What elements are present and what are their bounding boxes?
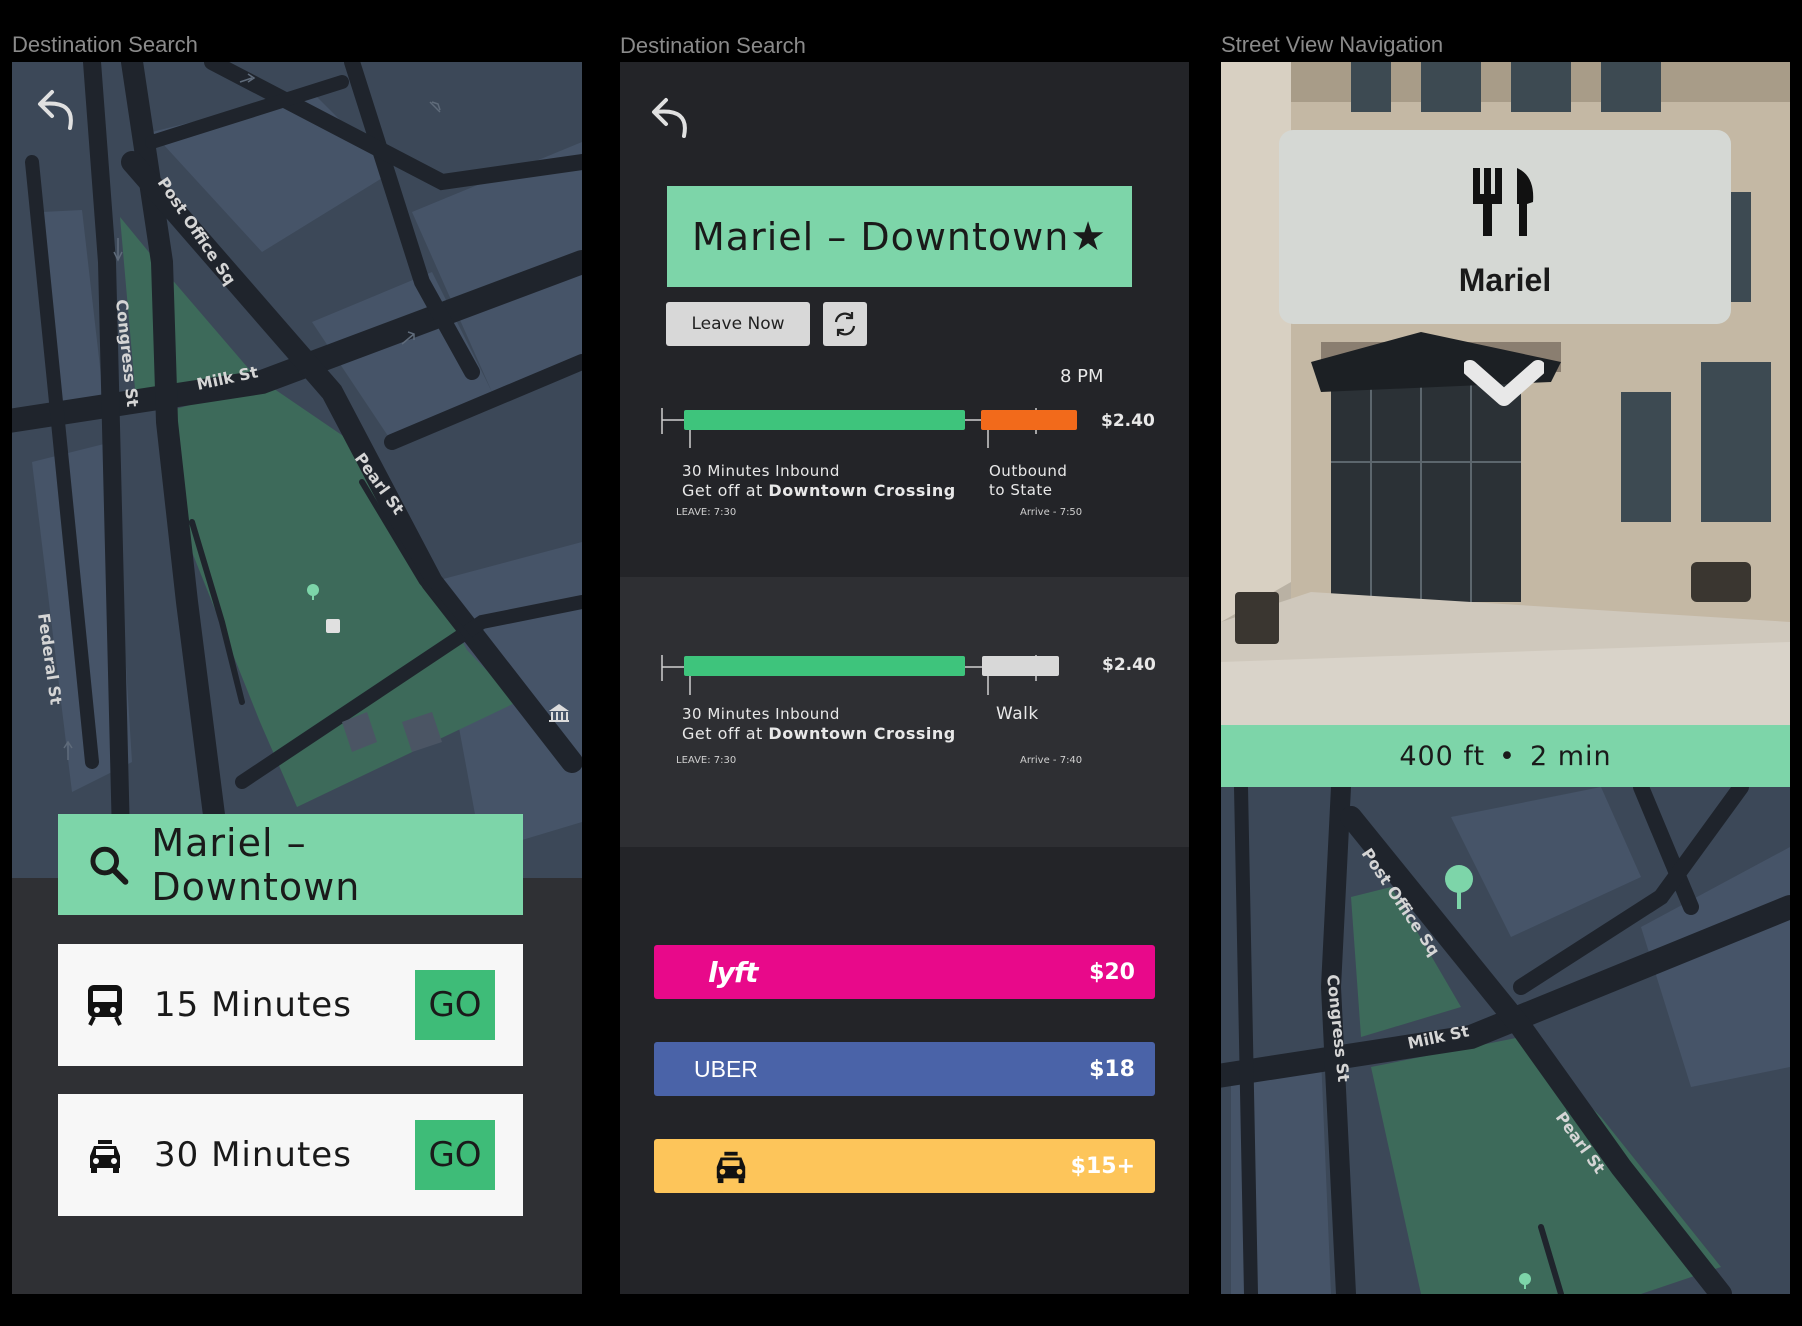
inbound-segment-label: 30 Minutes Inbound xyxy=(682,705,840,723)
taxi-option-card[interactable]: 30 Minutes GO xyxy=(58,1094,523,1216)
leave-time: LEAVE: 7:30 xyxy=(676,755,737,766)
route-option-1[interactable]: 8 PM $2.40 30 Minutes Inbound Get off at… xyxy=(620,362,1189,577)
leave-time: LEAVE: 7:30 xyxy=(676,507,737,518)
fork-knife-icon xyxy=(1473,168,1534,236)
inbound-transit-segment xyxy=(684,410,965,430)
taxi-price: $15+ xyxy=(1070,1153,1135,1179)
uber-price: $18 xyxy=(1089,1056,1135,1082)
go-button-taxi[interactable]: GO xyxy=(415,1120,495,1190)
taxi-option-label: 30 Minutes xyxy=(154,1135,352,1175)
eta-text: 2 min xyxy=(1529,740,1612,772)
distance-eta-bar: 400 ft • 2 min xyxy=(1221,725,1790,787)
walk-segment-label: Walk xyxy=(996,704,1039,724)
destination-search-bar[interactable]: Mariel – Downtown xyxy=(58,814,523,915)
leave-now-button[interactable]: Leave Now xyxy=(666,302,810,346)
street-view-navigation-screen: Mariel 400 ft • 2 min Post Office Sq Con… xyxy=(1221,62,1790,1294)
destination-search-screen: Post Office Sq Congress St Milk St Pearl… xyxy=(12,62,582,1294)
charging-station-icon xyxy=(326,619,340,633)
search-icon xyxy=(90,846,129,885)
separator-dot: • xyxy=(1499,740,1516,772)
frame-title-street-view: Street View Navigation xyxy=(1221,32,1444,57)
destination-title-card: Mariel – Downtown ★ xyxy=(667,186,1132,287)
route-price: $2.40 xyxy=(1102,655,1156,675)
get-off-label: Get off at Downtown Crossing xyxy=(682,481,956,500)
route-option-2[interactable]: $2.40 30 Minutes Inbound Get off at Down… xyxy=(620,577,1189,847)
destination-popup-name: Mariel xyxy=(1458,262,1552,298)
transit-option-card[interactable]: 15 Minutes GO xyxy=(58,944,523,1066)
refresh-button[interactable] xyxy=(823,302,867,346)
search-destination-text: Mariel – Downtown xyxy=(151,820,361,909)
frame-title-destination-search-2: Destination Search xyxy=(620,33,806,58)
outbound-segment-sub: to State xyxy=(989,481,1053,499)
outbound-segment-label: Outbound xyxy=(989,462,1068,480)
refresh-icon xyxy=(834,312,856,336)
uber-ride-button[interactable]: UBER $18 xyxy=(654,1042,1155,1096)
outbound-transit-segment xyxy=(981,410,1077,430)
map-view[interactable]: Post Office Sq Congress St Milk St Pearl… xyxy=(12,62,582,878)
go-button-transit[interactable]: GO xyxy=(415,970,495,1040)
mini-map-view[interactable]: Post Office Sq Congress St Milk St Pearl… xyxy=(1221,787,1790,1294)
taxi-ride-button[interactable]: $15+ xyxy=(654,1139,1155,1193)
route-time-label: 8 PM xyxy=(1060,366,1104,387)
destination-title: Mariel – Downtown xyxy=(692,214,1070,259)
frame-title-destination-search: Destination Search xyxy=(12,32,198,57)
back-arrow-icon[interactable] xyxy=(30,82,90,142)
inbound-transit-segment xyxy=(684,656,965,676)
train-icon xyxy=(88,985,122,1026)
taxi-icon xyxy=(716,1151,746,1184)
back-arrow-icon[interactable] xyxy=(644,90,704,150)
lyft-ride-button[interactable]: lyft $20 xyxy=(654,945,1155,999)
uber-label: UBER xyxy=(694,1055,758,1082)
inbound-segment-label: 30 Minutes Inbound xyxy=(682,462,840,480)
lyft-price: $20 xyxy=(1089,959,1135,985)
arrive-time: Arrive - 7:50 xyxy=(1020,507,1083,518)
favorite-star-icon[interactable]: ★ xyxy=(1070,214,1106,260)
get-off-label: Get off at Downtown Crossing xyxy=(682,724,956,743)
trip-options-screen: Mariel – Downtown ★ Leave Now 8 PM $2.40… xyxy=(620,62,1189,1294)
destination-popup-card[interactable]: Mariel xyxy=(1279,130,1731,324)
arrive-time: Arrive - 7:40 xyxy=(1020,755,1083,766)
transit-option-label: 15 Minutes xyxy=(154,985,352,1025)
route-price: $2.40 xyxy=(1101,411,1155,431)
lyft-logo: lyft xyxy=(708,955,758,989)
chevron-down-icon xyxy=(1464,360,1544,406)
walk-segment xyxy=(982,656,1059,676)
taxi-icon xyxy=(90,1140,120,1173)
distance-text: 400 ft xyxy=(1399,740,1486,772)
